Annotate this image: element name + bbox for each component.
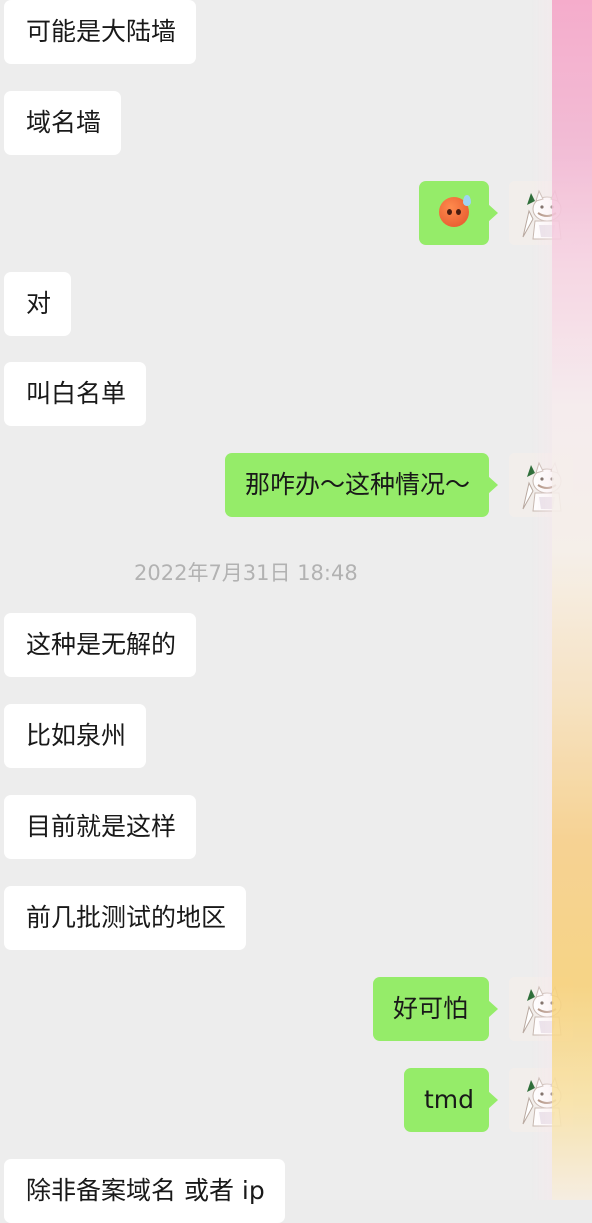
message-bubble-outgoing[interactable] (419, 181, 498, 245)
message-bubble-incoming[interactable]: 可能是大陆墙 (4, 0, 197, 64)
cartoon-cat-avatar-icon (509, 181, 573, 245)
message-text: 可能是大陆墙 (26, 17, 177, 46)
message-text: 除非备案域名 或者 ip (26, 1176, 265, 1205)
message-bubble-incoming[interactable]: 前几批测试的地区 (4, 886, 247, 950)
message-text: 好可怕 (393, 994, 469, 1023)
message-text: 前几批测试的地区 (26, 903, 227, 932)
cartoon-cat-avatar-icon (509, 453, 573, 517)
message-text: 那咋办～这种情况～ (245, 470, 471, 499)
message-bubble-incoming[interactable]: 这种是无解的 (4, 613, 197, 677)
message-bubble-incoming[interactable]: 除非备案域名 或者 ip (4, 1159, 285, 1223)
message-bubble-incoming[interactable]: 域名墙 (4, 91, 122, 155)
cartoon-cat-avatar-icon (509, 1068, 573, 1132)
message-bubble-outgoing[interactable]: tmd (404, 1068, 498, 1132)
message-text: 这种是无解的 (26, 630, 177, 659)
sweating-face-emoji-icon (439, 195, 471, 227)
chat-view: 可能是大陆墙 域名墙 对 叫白名单 那咋办～这种情况～ 2022年7月31日 1… (0, 0, 592, 1223)
message-bubble-outgoing[interactable]: 那咋办～这种情况～ (225, 453, 498, 517)
avatar[interactable] (509, 1068, 573, 1132)
message-bubble-incoming[interactable]: 叫白名单 (4, 362, 147, 426)
avatar[interactable] (509, 453, 573, 517)
message-text: 目前就是这样 (26, 812, 177, 841)
message-bubble-incoming[interactable]: 目前就是这样 (4, 795, 197, 859)
message-timestamp: 2022年7月31日 18:48 (134, 561, 358, 585)
message-bubble-incoming[interactable]: 比如泉州 (4, 704, 147, 768)
message-text: 对 (26, 289, 52, 318)
cartoon-cat-avatar-icon (509, 977, 573, 1041)
avatar[interactable] (509, 977, 573, 1041)
message-text: 比如泉州 (26, 721, 127, 750)
message-text: tmd (424, 1085, 475, 1114)
message-bubble-incoming[interactable]: 对 (4, 272, 72, 336)
avatar[interactable] (509, 181, 573, 245)
message-text: 域名墙 (26, 108, 102, 137)
message-bubble-outgoing[interactable]: 好可怕 (373, 977, 498, 1041)
message-text: 叫白名单 (26, 379, 127, 408)
